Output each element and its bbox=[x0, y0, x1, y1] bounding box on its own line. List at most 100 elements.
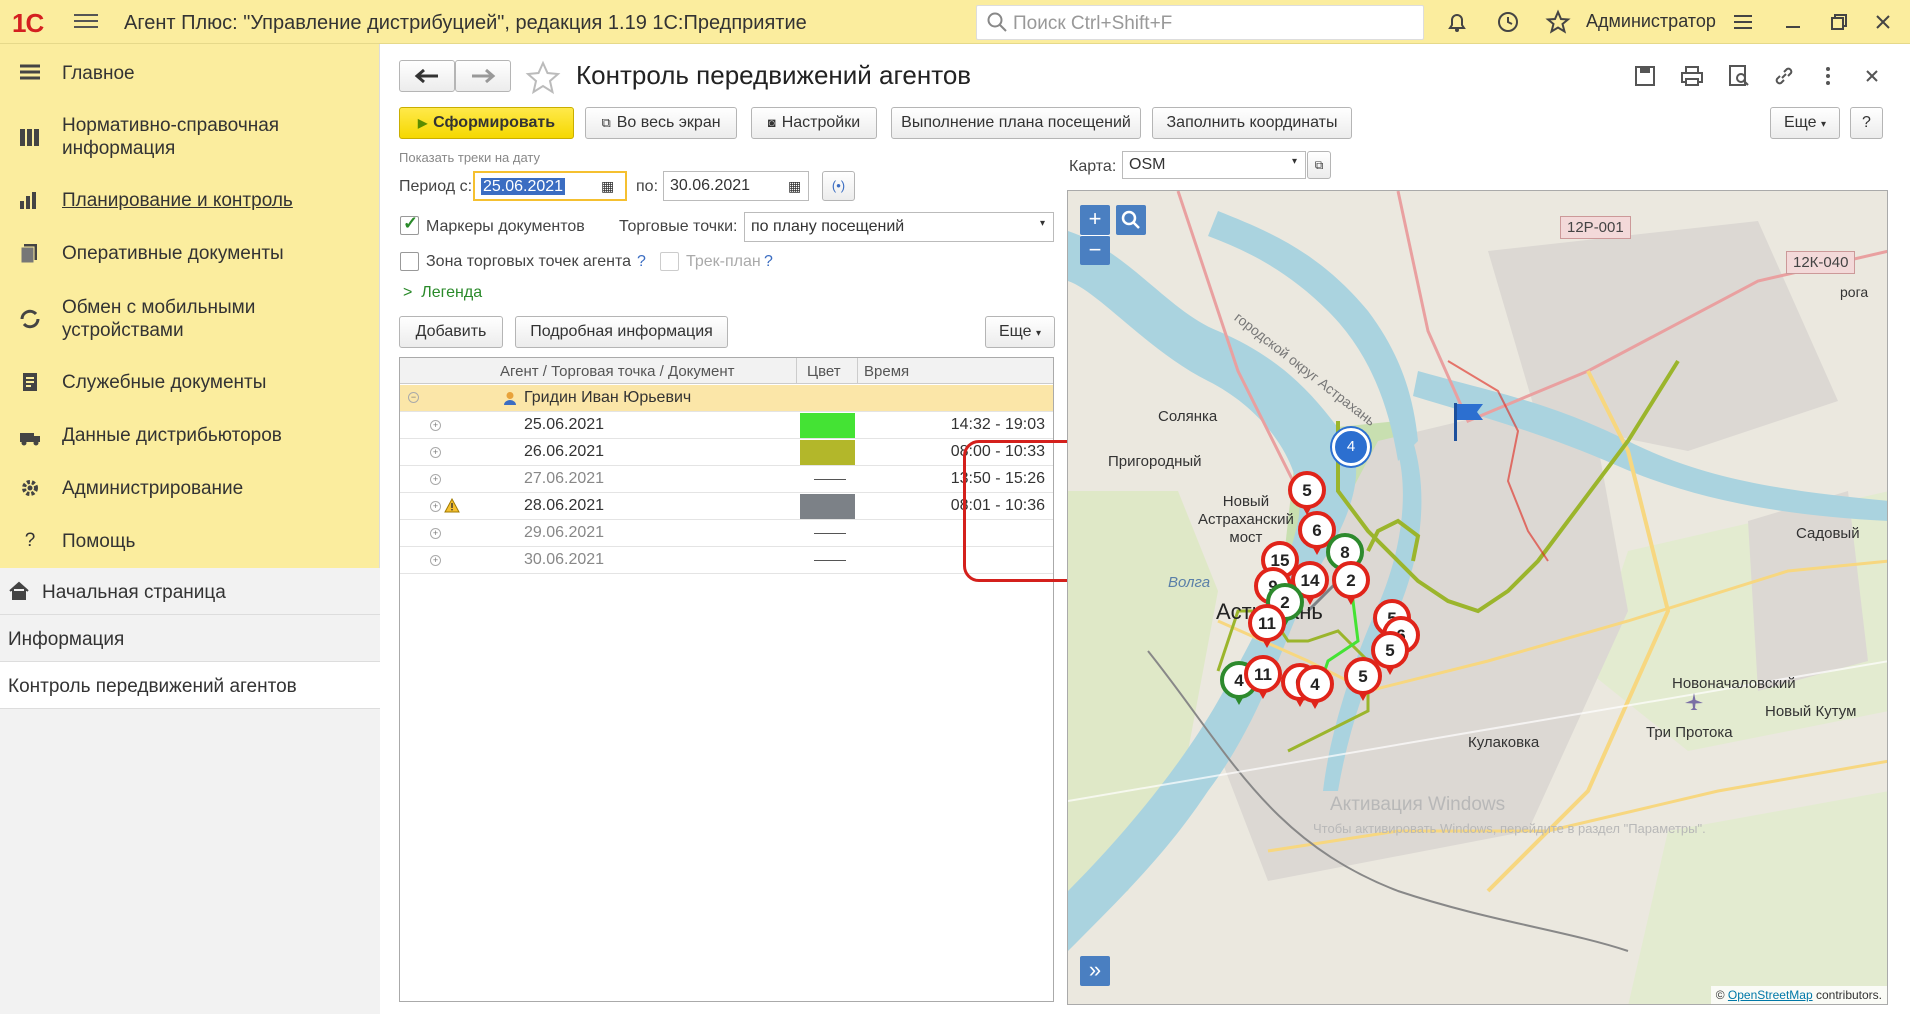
fill-coords-button[interactable]: Заполнить координаты bbox=[1152, 107, 1352, 139]
chevron-right-icon: > bbox=[403, 284, 413, 301]
save-icon[interactable] bbox=[1633, 64, 1657, 88]
more-button[interactable]: Еще ▾ bbox=[1770, 107, 1840, 139]
visit-plan-button[interactable]: Выполнение плана посещений bbox=[891, 107, 1141, 139]
map-select[interactable]: OSM ▾ bbox=[1122, 151, 1306, 179]
forward-button[interactable] bbox=[455, 60, 511, 92]
sidebar-item-reference[interactable]: Нормативно-справочная информация bbox=[0, 114, 380, 164]
track-plan-checkbox[interactable] bbox=[660, 252, 679, 271]
sidebar-item-mobile-exchange[interactable]: Обмен с мобильными устройствами bbox=[0, 296, 380, 346]
print-icon[interactable] bbox=[1680, 64, 1704, 88]
track-plan-help[interactable]: ? bbox=[764, 253, 773, 271]
generate-button[interactable]: ▶ Сформировать bbox=[399, 107, 574, 139]
sidebar-item-main[interactable]: Главное bbox=[0, 62, 380, 92]
osm-link[interactable]: OpenStreetMap bbox=[1728, 988, 1813, 1002]
table-row[interactable]: +29.06.2021 bbox=[400, 520, 1053, 547]
table-row[interactable]: +30.06.2021 bbox=[400, 547, 1053, 574]
zoom-out-button[interactable]: − bbox=[1080, 235, 1110, 265]
map-pin[interactable]: 4 bbox=[1296, 665, 1334, 709]
sidebar-item-distributors[interactable]: Данные дистрибьюторов bbox=[0, 424, 380, 454]
col-time[interactable]: Время bbox=[864, 363, 909, 380]
map-pin[interactable]: 11 bbox=[1248, 604, 1286, 648]
zoom-in-button[interactable]: + bbox=[1080, 205, 1110, 235]
agent-zone-help[interactable]: ? bbox=[637, 253, 646, 271]
expand-icon[interactable]: + bbox=[430, 474, 441, 485]
col-agent[interactable]: Агент / Торговая точка / Документ bbox=[500, 363, 735, 380]
map-label-novy-kutum: Новый Кутум bbox=[1765, 703, 1857, 720]
period-choose-button[interactable]: (•) bbox=[822, 171, 855, 201]
sidebar-item-service-docs[interactable]: Служебные документы bbox=[0, 371, 380, 401]
doc-markers-checkbox[interactable]: ✓ bbox=[400, 213, 419, 235]
map-label-kulakovka: Кулаковка bbox=[1468, 734, 1540, 751]
trade-points-select[interactable]: по плану посещений ▾ bbox=[744, 212, 1054, 242]
sync-icon bbox=[20, 309, 40, 329]
app-title: Агент Плюс: "Управление дистрибуцией", р… bbox=[124, 12, 807, 34]
settings-button[interactable]: ◙ Настройки bbox=[751, 107, 877, 139]
calendar-icon[interactable]: ▦ bbox=[601, 178, 614, 195]
expand-icon[interactable]: + bbox=[430, 528, 441, 539]
collapse-icon[interactable]: − bbox=[408, 392, 419, 403]
table-row[interactable]: +26.06.2021 08:00 - 10:33 bbox=[400, 439, 1053, 466]
map-pin[interactable]: 2 bbox=[1332, 561, 1370, 605]
details-button[interactable]: Подробная информация bbox=[515, 316, 728, 348]
row-color-dash bbox=[814, 560, 846, 561]
table-row[interactable]: +28.06.2021 08:01 - 10:36 bbox=[400, 493, 1053, 520]
link-icon[interactable] bbox=[1772, 64, 1796, 88]
nav-information[interactable]: Информация bbox=[0, 615, 380, 662]
table-row[interactable]: +25.06.2021 14:32 - 19:03 bbox=[400, 412, 1053, 439]
col-color[interactable]: Цвет bbox=[807, 363, 841, 380]
restore-icon[interactable] bbox=[1826, 9, 1852, 35]
more-vertical-icon[interactable] bbox=[1816, 64, 1840, 88]
main-menu-icon[interactable] bbox=[74, 10, 98, 32]
map-open-button[interactable]: ⧉ bbox=[1307, 151, 1331, 179]
agent-zone-checkbox[interactable] bbox=[400, 252, 419, 271]
close-form-icon[interactable] bbox=[1860, 64, 1884, 88]
map-view[interactable]: Солянка Пригородный Новый Астраханский м… bbox=[1067, 190, 1888, 1005]
star-icon[interactable] bbox=[1545, 9, 1571, 35]
agents-table[interactable]: Агент / Торговая точка / Документ Цвет В… bbox=[399, 357, 1054, 1002]
expand-panel-button[interactable]: » bbox=[1080, 956, 1110, 986]
question-icon: ? bbox=[24, 530, 36, 551]
back-button[interactable] bbox=[399, 60, 455, 92]
app-logo[interactable]: 1С bbox=[12, 8, 44, 39]
pin-number: 11 bbox=[1244, 655, 1282, 693]
favorite-star-icon[interactable] bbox=[524, 60, 562, 96]
hamburger-settings-icon[interactable] bbox=[1730, 9, 1756, 35]
nav-agent-movement[interactable]: Контроль передвижений агентов bbox=[0, 662, 380, 709]
calendar-icon-2[interactable]: ▦ bbox=[788, 178, 801, 195]
history-icon[interactable] bbox=[1495, 9, 1521, 35]
pin-number: 5 bbox=[1288, 471, 1326, 509]
service-docs-icon bbox=[23, 373, 37, 391]
expand-icon[interactable]: + bbox=[430, 555, 441, 566]
marker-cluster[interactable]: 4 bbox=[1332, 428, 1370, 466]
pin-number: 4 bbox=[1296, 665, 1334, 703]
sidebar-item-help[interactable]: ? Помощь bbox=[0, 530, 380, 560]
legend-toggle[interactable]: > Легенда bbox=[403, 284, 482, 302]
bell-icon[interactable] bbox=[1444, 9, 1470, 35]
map-label-prigorodny: Пригородный bbox=[1108, 453, 1202, 470]
fullscreen-button[interactable]: ⧉ Во весь экран bbox=[585, 107, 737, 139]
expand-icon[interactable]: + bbox=[430, 501, 441, 512]
map-pin[interactable]: 5 bbox=[1288, 471, 1326, 515]
row-date: 25.06.2021 bbox=[524, 416, 605, 433]
page-title: Контроль передвижений агентов bbox=[576, 60, 972, 90]
sidebar-item-planning[interactable]: Планирование и контроль bbox=[0, 189, 380, 219]
search-input[interactable]: Поиск Ctrl+Shift+F bbox=[976, 5, 1424, 40]
preview-icon[interactable] bbox=[1727, 64, 1751, 88]
map-search-button[interactable] bbox=[1116, 205, 1146, 235]
agent-row[interactable]: − Гридин Иван Юрьевич bbox=[400, 385, 1053, 412]
map-pin[interactable]: 5 bbox=[1344, 657, 1382, 701]
sidebar-open-windows: Начальная страница Информация Контроль п… bbox=[0, 568, 380, 1014]
expand-icon[interactable]: + bbox=[430, 420, 441, 431]
minimize-icon[interactable] bbox=[1780, 9, 1806, 35]
add-button[interactable]: Добавить bbox=[399, 316, 503, 348]
sidebar-item-admin[interactable]: Администрирование bbox=[0, 477, 380, 507]
close-app-icon[interactable] bbox=[1870, 9, 1896, 35]
help-button[interactable]: ? bbox=[1850, 107, 1883, 139]
table-row[interactable]: +27.06.2021 13:50 - 15:26 bbox=[400, 466, 1053, 493]
map-pin[interactable]: 11 bbox=[1244, 655, 1282, 699]
user-name[interactable]: Администратор bbox=[1586, 11, 1716, 32]
expand-icon[interactable]: + bbox=[430, 447, 441, 458]
sidebar-item-operative-docs[interactable]: Оперативные документы bbox=[0, 242, 380, 272]
nav-home[interactable]: Начальная страница bbox=[0, 568, 380, 615]
table-more-button[interactable]: Еще ▾ bbox=[985, 316, 1055, 348]
